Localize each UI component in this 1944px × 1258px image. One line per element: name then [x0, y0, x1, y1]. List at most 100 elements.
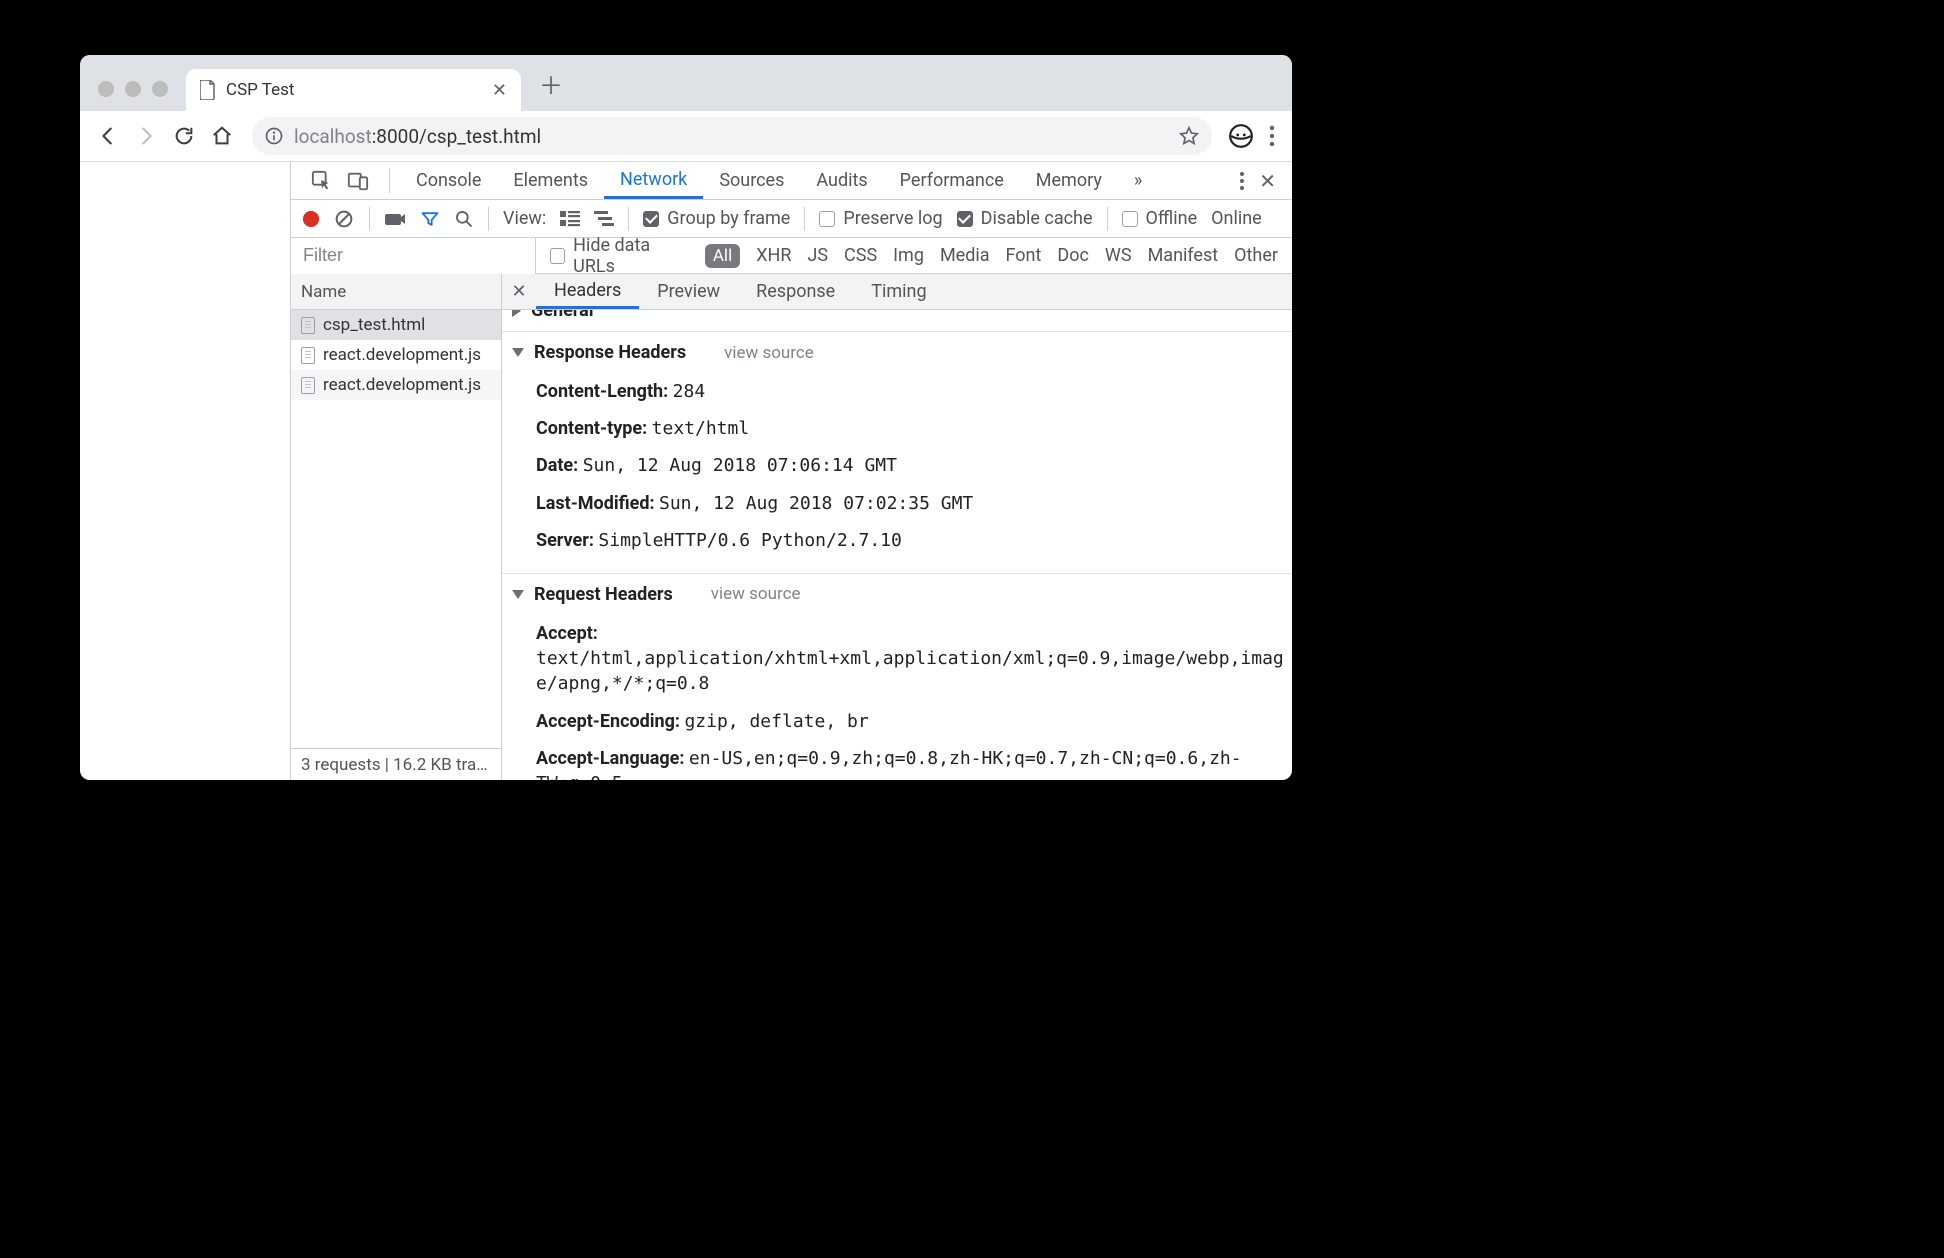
devtools-menu-icon[interactable] [1239, 171, 1245, 191]
traffic-min-icon[interactable] [125, 81, 141, 97]
filter-type-media[interactable]: Media [940, 245, 990, 266]
devtools-tabs: ConsoleElementsNetworkSourcesAuditsPerfo… [291, 162, 1292, 200]
request-row[interactable]: react.development.js [291, 340, 501, 370]
site-info-icon[interactable] [264, 126, 284, 146]
devtools-tab-sources[interactable]: Sources [703, 162, 800, 199]
new-tab-button[interactable]: ＋ [539, 66, 563, 101]
detail-tab-timing[interactable]: Timing [853, 274, 944, 309]
online-select[interactable]: Online [1211, 208, 1262, 229]
view-source-link[interactable]: view source [711, 584, 801, 604]
large-rows-icon[interactable] [560, 211, 580, 227]
header-row: Accept: text/html,application/xhtml+xml,… [536, 615, 1292, 703]
disable-cache-checkbox[interactable]: Disable cache [957, 208, 1093, 229]
network-toolbar: View: Group by frame Preserve log Disabl… [291, 200, 1292, 238]
search-icon[interactable] [454, 209, 474, 229]
hide-data-urls-checkbox[interactable]: Hide data URLs [550, 235, 689, 277]
devtools-tab-audits[interactable]: Audits [800, 162, 883, 199]
filter-type-js[interactable]: JS [807, 245, 828, 266]
view-label: View: [503, 208, 546, 229]
profile-avatar-icon[interactable] [1228, 123, 1254, 149]
filter-type-all[interactable]: All [705, 244, 740, 268]
disclosure-triangle-icon [512, 310, 521, 317]
page-content [80, 162, 290, 780]
bookmark-star-icon[interactable] [1178, 125, 1200, 147]
header-row: Date: Sun, 12 Aug 2018 07:06:14 GMT [536, 447, 1292, 484]
request-name: react.development.js [323, 345, 481, 365]
devtools-tab-network[interactable]: Network [604, 162, 703, 199]
header-value: Sun, 12 Aug 2018 07:02:35 GMT [659, 493, 973, 514]
devtools-panel: ConsoleElementsNetworkSourcesAuditsPerfo… [290, 162, 1292, 780]
devtools-tab-performance[interactable]: Performance [884, 162, 1020, 199]
detail-tab-response[interactable]: Response [738, 274, 853, 309]
document-icon [301, 317, 315, 334]
traffic-max-icon[interactable] [152, 81, 168, 97]
devtools-overflow[interactable]: » [1118, 162, 1158, 199]
filter-type-xhr[interactable]: XHR [756, 245, 791, 266]
filter-type-css[interactable]: CSS [844, 245, 877, 266]
filter-input[interactable] [291, 238, 536, 274]
header-key: Last-Modified: [536, 493, 659, 514]
filter-type-manifest[interactable]: Manifest [1148, 245, 1219, 266]
devtools-tab-elements[interactable]: Elements [497, 162, 604, 199]
capture-screenshot-icon[interactable] [384, 211, 406, 227]
request-name: csp_test.html [323, 315, 425, 335]
address-bar[interactable]: localhost:8000/csp_test.html [252, 117, 1212, 155]
page-area: ConsoleElementsNetworkSourcesAuditsPerfo… [80, 162, 1292, 780]
header-value: text/html [652, 418, 750, 439]
section-response-headers[interactable]: Response Headers view source [502, 332, 1292, 373]
detail-scroll[interactable]: General Response Headers view source Con… [502, 310, 1292, 780]
request-list: Name csp_test.html react.development.js re… [291, 274, 502, 780]
header-value: Sun, 12 Aug 2018 07:06:14 GMT [583, 455, 897, 476]
inspect-element-icon[interactable] [311, 170, 333, 192]
reload-button[interactable] [170, 122, 198, 150]
network-body: Name csp_test.html react.development.js re… [291, 274, 1292, 780]
request-row[interactable]: csp_test.html [291, 310, 501, 340]
request-name: react.development.js [323, 375, 481, 395]
disclosure-triangle-icon [512, 348, 524, 357]
filter-type-other[interactable]: Other [1234, 245, 1278, 266]
tab-title: CSP Test [226, 80, 482, 100]
url-host: localhost:8000/csp_test.html [294, 125, 541, 148]
offline-checkbox[interactable]: Offline [1122, 208, 1198, 229]
browser-tab[interactable]: CSP Test ✕ [186, 69, 521, 111]
header-key: Date: [536, 455, 583, 476]
request-row[interactable]: react.development.js [291, 370, 501, 400]
header-value: gzip, deflate, br [684, 711, 868, 732]
header-key: Accept-Encoding: [536, 711, 684, 732]
device-toolbar-icon[interactable] [347, 170, 369, 192]
filter-icon[interactable] [420, 209, 440, 229]
header-row: Accept-Language: en-US,en;q=0.9,zh;q=0.8… [536, 740, 1292, 780]
document-icon [301, 347, 315, 364]
header-key: Content-type: [536, 418, 652, 439]
filter-type-font[interactable]: Font [1006, 245, 1042, 266]
traffic-close-icon[interactable] [98, 81, 114, 97]
filter-type-img[interactable]: Img [893, 245, 924, 266]
detail-close-icon[interactable]: ✕ [502, 274, 536, 309]
request-list-header: Name [291, 274, 501, 310]
home-button[interactable] [208, 122, 236, 150]
devtools-tab-memory[interactable]: Memory [1020, 162, 1118, 199]
preserve-log-checkbox[interactable]: Preserve log [819, 208, 942, 229]
forward-button[interactable] [132, 122, 160, 150]
group-by-frame-checkbox[interactable]: Group by frame [643, 208, 790, 229]
header-key: Content-Length: [536, 381, 673, 402]
detail-tab-preview[interactable]: Preview [639, 274, 738, 309]
filter-type-doc[interactable]: Doc [1057, 245, 1089, 266]
tab-close-icon[interactable]: ✕ [492, 80, 507, 101]
header-row: Last-Modified: Sun, 12 Aug 2018 07:02:35… [536, 485, 1292, 522]
devtools-close-icon[interactable]: ✕ [1259, 169, 1276, 193]
back-button[interactable] [94, 122, 122, 150]
waterfall-icon[interactable] [594, 211, 614, 227]
devtools-tab-console[interactable]: Console [400, 162, 497, 199]
browser-window: CSP Test ✕ ＋ localhost:8000/csp_test.htm… [80, 55, 1292, 780]
filter-bar: Hide data URLs All XHR JS CSS Img Media Font Do… [291, 238, 1292, 274]
header-row: Accept-Encoding: gzip, deflate, br [536, 703, 1292, 740]
section-general[interactable]: General [502, 310, 1292, 331]
clear-button[interactable] [333, 208, 355, 230]
section-request-headers[interactable]: Request Headers view source [502, 574, 1292, 615]
record-button[interactable] [303, 211, 319, 227]
detail-tab-headers[interactable]: Headers [536, 274, 639, 309]
chrome-menu-icon[interactable] [1268, 125, 1276, 147]
view-source-link[interactable]: view source [724, 343, 814, 363]
filter-type-ws[interactable]: WS [1105, 245, 1132, 266]
